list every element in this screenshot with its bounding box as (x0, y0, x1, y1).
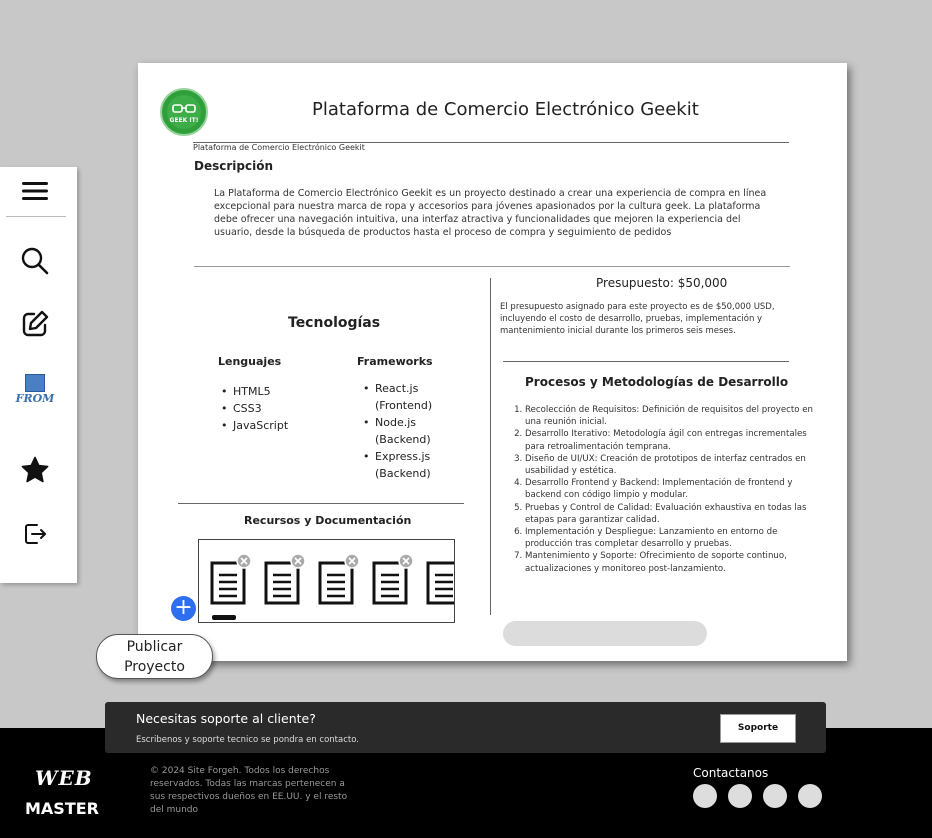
budget-text: El presupuesto asignado para este proyec… (500, 302, 775, 336)
project-card: GEEK IT! Plataforma de Comercio Electrón… (138, 63, 847, 661)
list-item: React.js (Frontend) (360, 380, 450, 414)
resources-divider (178, 503, 464, 504)
brand-logo-web: WEB (35, 766, 93, 790)
list-item: Node.js (Backend) (360, 414, 450, 448)
support-title: Necesitas soporte al cliente? (136, 711, 316, 726)
sidebar-divider (6, 216, 66, 217)
publish-project-button[interactable]: Publicar Proyecto (96, 634, 213, 679)
project-subtitle: Plataforma de Comercio Electrónico Geeki… (193, 143, 365, 152)
social-icon[interactable] (763, 784, 787, 808)
resources-heading: Recursos y Documentación (244, 514, 412, 527)
list-item: Desarrollo Frontend y Backend: Implement… (525, 477, 817, 501)
section-divider (194, 266, 790, 267)
budget-heading: Presupuesto: $50,000 (596, 276, 728, 290)
description-text: La Plataforma de Comercio Electrónico Ge… (214, 188, 767, 238)
star-icon[interactable] (0, 453, 70, 487)
social-icon[interactable] (798, 784, 822, 808)
languages-list: HTML5 CSS3 JavaScript (218, 383, 328, 434)
document-icon[interactable] (209, 553, 252, 606)
support-button[interactable]: Soporte (720, 714, 796, 743)
social-icon[interactable] (728, 784, 752, 808)
copyright-text: © 2024 Site Forgeh. Todos los derechos r… (150, 766, 348, 815)
document-icon[interactable] (263, 553, 306, 606)
column-divider (490, 278, 491, 615)
document-icon[interactable] (425, 554, 454, 606)
budget-divider (503, 361, 789, 362)
technologies-heading: Tecnologías (288, 315, 381, 331)
list-item: Mantenimiento y Soporte: Ofrecimiento de… (525, 550, 817, 574)
logo-text: GEEK IT! (170, 117, 199, 124)
process-heading: Procesos y Metodologías de Desarrollo (525, 375, 789, 389)
list-item: Express.js (Backend) (360, 448, 450, 482)
social-icon[interactable] (693, 784, 717, 808)
document-icon[interactable] (371, 553, 414, 606)
document-icon[interactable] (317, 553, 360, 606)
brand-logo-master: MASTER (25, 799, 99, 818)
description-heading: Descripción (194, 159, 273, 173)
list-item: Pruebas y Control de Calidad: Evaluación… (525, 502, 817, 526)
geekit-logo: GEEK IT! (160, 88, 208, 136)
resources-carousel[interactable] (198, 539, 455, 623)
menu-icon[interactable] (0, 177, 70, 205)
list-item: CSS3 (218, 400, 328, 417)
edit-icon[interactable] (0, 307, 70, 341)
glasses-icon: GEEK IT! (167, 95, 201, 129)
publish-label-line1: Publicar (126, 639, 183, 655)
from-logo-label: FROM (15, 392, 55, 405)
list-item: Diseño de UI/UX: Creación de prototipos … (525, 453, 817, 477)
list-item: HTML5 (218, 383, 328, 400)
publish-label-line2: Proyecto (124, 659, 185, 675)
list-item: Desarrollo Iterativo: Metodología ágil c… (525, 428, 817, 452)
languages-heading: Lenguajes (218, 355, 282, 368)
frameworks-heading: Frameworks (357, 355, 433, 368)
carousel-scroll-indicator[interactable] (212, 615, 236, 620)
process-list: Recolección de Requisitos: Definición de… (506, 404, 817, 575)
from-logo-icon[interactable]: FROM (0, 370, 70, 410)
project-title: Plataforma de Comercio Electrónico Geeki… (312, 99, 699, 120)
support-banner: Necesitas soporte al cliente? Escribenos… (105, 702, 826, 753)
add-resource-button[interactable]: + (171, 596, 196, 621)
support-subtitle: Escribenos y soporte tecnico se pondra e… (136, 735, 359, 745)
list-item: JavaScript (218, 417, 328, 434)
contact-label: Contactanos (693, 766, 769, 780)
list-item: Recolección de Requisitos: Definición de… (525, 404, 817, 428)
logout-icon[interactable] (0, 519, 70, 549)
search-icon[interactable] (0, 245, 70, 277)
sidebar: FROM (0, 167, 77, 583)
frameworks-list: React.js (Frontend) Node.js (Backend) Ex… (360, 380, 450, 482)
horizontal-scrollbar[interactable] (503, 621, 707, 646)
list-item: Implementación y Despliegue: Lanzamiento… (525, 526, 817, 550)
